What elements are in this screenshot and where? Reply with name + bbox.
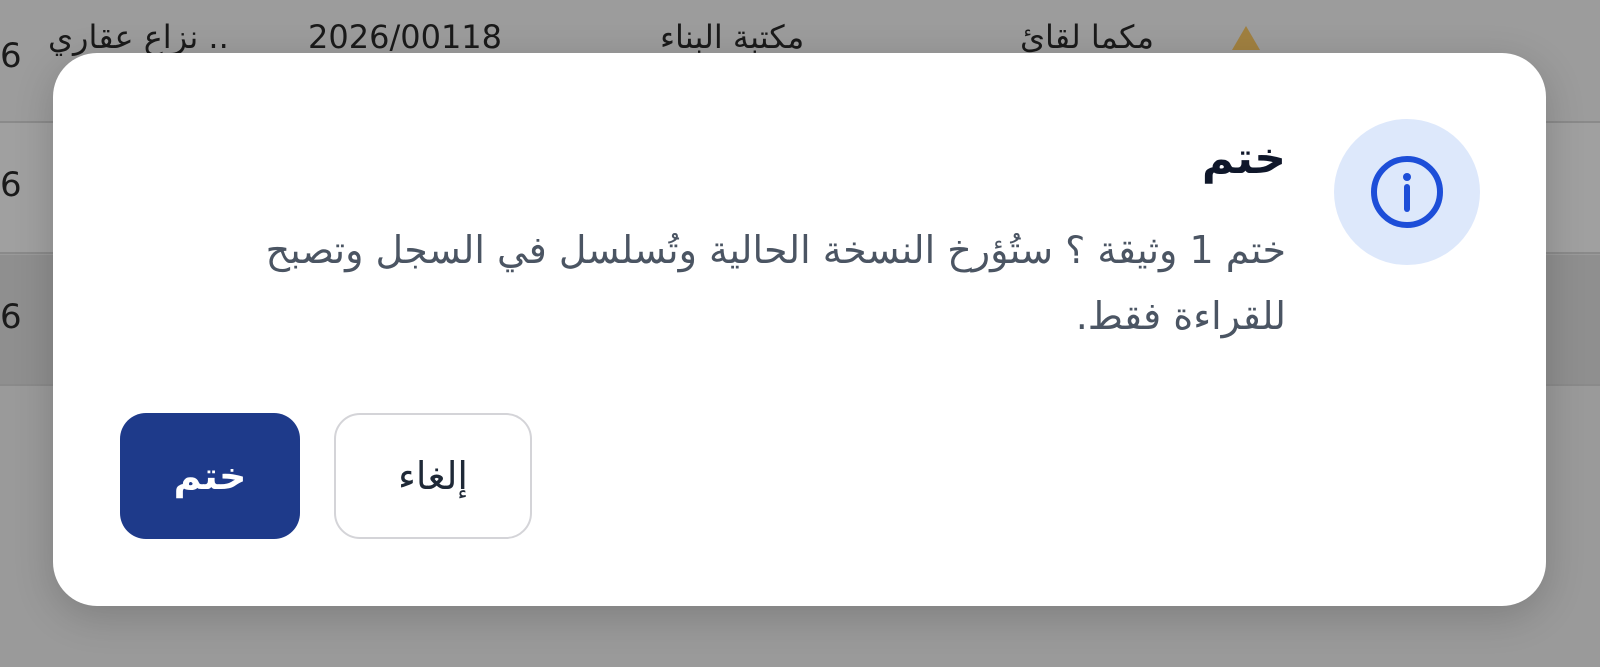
row-name-text: مكتبة البناء — [660, 18, 805, 56]
row-document-number: 2026/00118 — [308, 18, 503, 56]
dialog-message: ختم 1 وثيقة ؟ ستُؤرخ النسخة الحالية وتُس… — [265, 228, 1286, 338]
dialog-title: ختم — [1201, 133, 1286, 184]
row-extra-text: مكما لقائ — [1020, 18, 1154, 56]
row-number: 6 — [0, 297, 22, 337]
cancel-button[interactable]: إلغاء — [334, 413, 532, 539]
row-number: 6 — [0, 165, 22, 205]
confirm-seal-button[interactable]: ختم — [120, 413, 300, 539]
row-number: 6 — [0, 36, 22, 76]
seal-confirm-dialog: ختم ختم 1 وثيقة ؟ ستُؤرخ النسخة الحالية … — [53, 53, 1546, 606]
info-icon-badge — [1334, 119, 1480, 265]
row-party-text: نزاع عقاري .. — [48, 18, 229, 56]
star-icon — [1232, 26, 1260, 50]
info-icon — [1371, 156, 1443, 228]
